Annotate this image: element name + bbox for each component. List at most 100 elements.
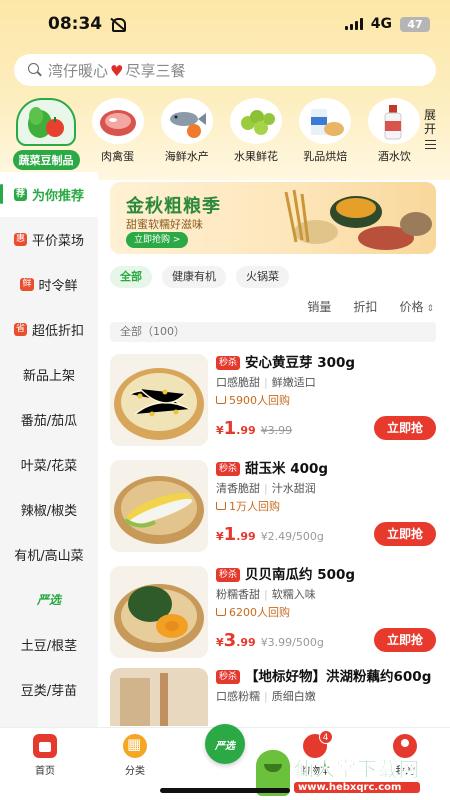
flash-sale-badge: 秒杀 xyxy=(216,568,241,582)
product-tag: 口感脆甜 xyxy=(216,376,260,389)
category-vegetables[interactable]: 蔬菜豆制品 xyxy=(12,98,80,170)
sidebar-item-label: 有机/高山菜 xyxy=(14,549,84,564)
category-seafood[interactable]: 海鲜水产 xyxy=(157,98,216,170)
filter-tag-all[interactable]: 全部 xyxy=(110,266,152,288)
product-card[interactable]: 秒杀 【地标好物】洪湖粉藕约600g 口感粉糯 | 质细白嫩 xyxy=(110,668,436,726)
product-buyers-text: 1万人回购 xyxy=(229,500,280,513)
original-price: ¥3.99 xyxy=(260,424,293,437)
nav-label: 分类 xyxy=(125,766,145,777)
fruits-image xyxy=(230,98,282,144)
sort-by-discount[interactable]: 折扣 xyxy=(353,298,377,315)
buy-now-button[interactable]: 立即抢 xyxy=(374,628,436,652)
category-meat-eggs[interactable]: 肉禽蛋 xyxy=(88,98,147,170)
expand-label-1: 展 xyxy=(423,108,436,122)
product-title: 秒杀 【地标好物】洪湖粉藕约600g xyxy=(216,668,436,686)
watermark-title: 仙人掌下载网 xyxy=(294,757,420,782)
search-input[interactable]: 湾仔暖心 ♥ 尽享三餐 xyxy=(14,54,436,86)
category-drinks[interactable]: 酒水饮 xyxy=(365,98,424,170)
sidebar-item-peppers[interactable]: 辣椒/椒类 xyxy=(0,487,98,532)
sidebar-item-affordable-market[interactable]: 惠 平价菜场 xyxy=(0,217,98,262)
sidebar-item-label: 叶菜/花菜 xyxy=(20,459,78,474)
search-placeholder: 湾仔暖心 ♥ 尽享三餐 xyxy=(48,60,185,81)
product-tag: 质细白嫩 xyxy=(271,690,316,703)
sidebar-item-potato-roots[interactable]: 土豆/根茎 xyxy=(0,622,98,667)
expand-categories-button[interactable]: 展 开 xyxy=(418,108,442,149)
category-dairy-bakery[interactable]: 乳品烘焙 xyxy=(296,98,355,170)
category-label: 肉禽蛋 xyxy=(101,150,135,163)
bean-sprouts-image xyxy=(110,354,208,446)
seafood-image xyxy=(160,98,213,144)
menu-icon xyxy=(424,140,436,149)
cart-icon xyxy=(216,502,226,510)
product-tags: 清香脆甜 | 汁水甜润 xyxy=(216,482,316,495)
sidebar-item-organic[interactable]: 有机/高山菜 xyxy=(0,532,98,577)
buy-now-button[interactable]: 立即抢 xyxy=(374,522,436,546)
sidebar-item-label: 新品上架 xyxy=(22,369,75,384)
sort-by-price[interactable]: 价格 ⇕ xyxy=(399,298,434,315)
filter-tag-organic[interactable]: 健康有机 xyxy=(162,266,226,288)
muted-bell-icon xyxy=(110,17,127,32)
grid-icon xyxy=(123,734,147,758)
sidebar-item-new[interactable]: 新品上架 xyxy=(0,352,98,397)
cart-icon xyxy=(216,396,226,404)
product-card[interactable]: 秒杀 安心黄豆芽 300g 口感脆甜 | 鲜嫩适口 5900人回购 ¥1.99 ¥3.… xyxy=(110,354,436,458)
sidebar-item-leafy-greens[interactable]: 叶菜/花菜 xyxy=(0,442,98,487)
cart-count-badge: 4 xyxy=(318,730,333,744)
product-tags: 口感粉糯 | 质细白嫩 xyxy=(216,690,316,703)
sidebar-item-label: 平价菜场 xyxy=(32,234,85,249)
sidebar-item-tomato-eggplant[interactable]: 番茄/茄瓜 xyxy=(0,397,98,442)
promo-banner[interactable]: 金秋粗粮季 甜蜜软糯好滋味 立即抢购 > xyxy=(110,182,436,254)
flash-sale-badge: 秒杀 xyxy=(216,356,241,370)
product-tag: 鲜嫩适口 xyxy=(271,376,316,389)
flash-sale-badge: 秒杀 xyxy=(216,670,241,684)
vegetables-image xyxy=(16,98,76,146)
yanxuan-icon: 严选 xyxy=(205,724,245,764)
sidebar-badge: 荐 xyxy=(13,188,27,201)
grains-illustration xyxy=(284,189,432,250)
search-placeholder-suffix: 尽享三餐 xyxy=(125,61,186,80)
flash-sale-badge: 秒杀 xyxy=(216,462,241,476)
lotus-root-image xyxy=(110,668,208,726)
nav-home[interactable]: 首页 xyxy=(0,728,90,800)
product-tag: 软糯入味 xyxy=(271,588,316,601)
category-label: 乳品烘焙 xyxy=(303,150,348,163)
category-label: 蔬菜豆制品 xyxy=(12,150,80,170)
sidebar-item-label: 超低折扣 xyxy=(32,324,85,339)
sidebar-item-label: 豆类/芽苗 xyxy=(20,684,78,699)
category-fruits-flowers[interactable]: 水果鲜花 xyxy=(226,98,285,170)
category-sidebar: 荐 为你推荐 惠 平价菜场 鲜 时令鲜 省 超低折扣 新品上架 番茄/茄瓜 叶菜… xyxy=(0,172,98,727)
sidebar-badge: 省 xyxy=(13,323,27,336)
sort-arrows-icon: ⇕ xyxy=(426,304,434,314)
sidebar-item-beans-sprouts[interactable]: 豆类/芽苗 xyxy=(0,667,98,712)
sidebar-item-label: 辣椒/椒类 xyxy=(20,504,78,519)
sidebar-item-label: 土豆/根茎 xyxy=(20,639,78,654)
product-buyers: 5900人回购 xyxy=(216,392,436,408)
sidebar-item-label: 番茄/茄瓜 xyxy=(20,414,78,429)
product-tag: 口感粉糯 xyxy=(216,690,260,703)
banner-buy-button[interactable]: 立即抢购 > xyxy=(126,232,189,248)
sidebar-item-discount[interactable]: 省 超低折扣 xyxy=(0,307,98,352)
unit-price: ¥3.99/500g xyxy=(260,636,324,649)
sidebar-item-recommended[interactable]: 荐 为你推荐 xyxy=(0,172,98,217)
current-price: ¥3.99 xyxy=(216,630,256,651)
product-card[interactable]: 秒杀 甜玉米 400g 清香脆甜 | 汁水甜润 1万人回购 ¥1.99 ¥2.49/5… xyxy=(110,460,436,564)
product-card[interactable]: 秒杀 贝贝南瓜约 500g 粉糯香甜 | 软糯入味 6200人回购 ¥3.99 ¥3.… xyxy=(110,566,436,670)
sidebar-item-label: 为你推荐 xyxy=(32,189,85,204)
sidebar-item-yanxuan[interactable]: 严选 xyxy=(0,577,98,622)
product-buyers-text: 5900人回购 xyxy=(229,394,290,407)
product-title: 秒杀 甜玉米 400g xyxy=(216,460,436,478)
current-price: ¥1.99 xyxy=(216,524,256,545)
unit-price: ¥2.49/500g xyxy=(260,530,324,543)
buy-now-button[interactable]: 立即抢 xyxy=(374,416,436,440)
sidebar-badge: 惠 xyxy=(13,233,27,246)
heart-icon: ♥ xyxy=(110,61,124,80)
cart-icon xyxy=(216,608,226,616)
product-buyers: 1万人回购 xyxy=(216,498,436,514)
filter-tag-hotpot[interactable]: 火锅菜 xyxy=(236,266,289,288)
expand-label-2: 开 xyxy=(423,122,436,136)
sort-by-sales[interactable]: 销量 xyxy=(307,298,331,315)
current-price: ¥1.99 xyxy=(216,418,256,439)
product-title: 秒杀 贝贝南瓜约 500g xyxy=(216,566,436,584)
status-time: 08:34 xyxy=(48,14,103,34)
sidebar-item-seasonal[interactable]: 鲜 时令鲜 xyxy=(0,262,98,307)
